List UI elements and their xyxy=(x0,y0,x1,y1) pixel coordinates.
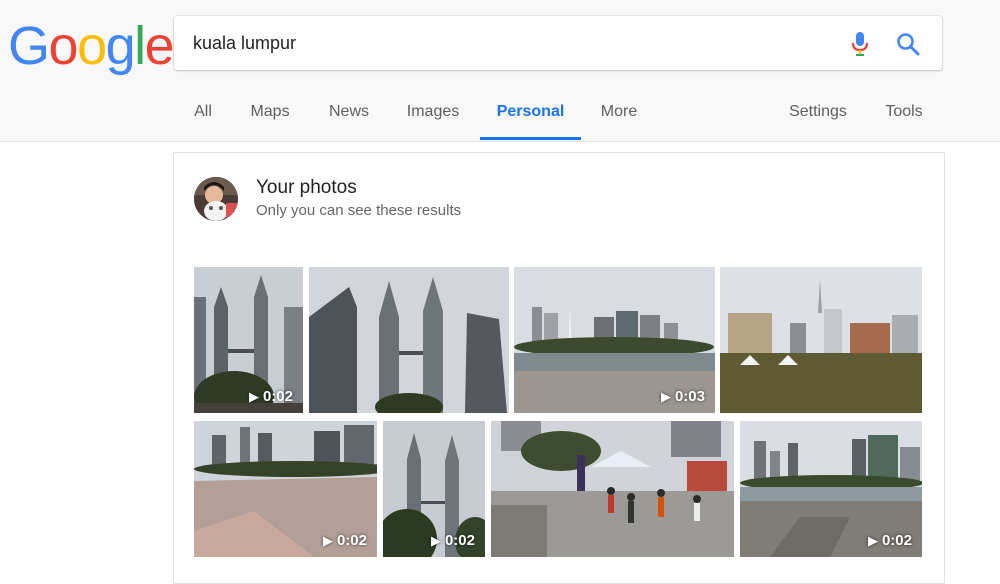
photo-thumbnail[interactable]: ▶ 0:02 xyxy=(194,267,303,413)
photo-thumbnail[interactable] xyxy=(720,267,922,413)
photo-thumbnail[interactable]: ▶ 0:03 xyxy=(514,267,715,413)
tab-personal[interactable]: Personal xyxy=(480,88,581,140)
google-logo[interactable]: Google xyxy=(8,14,175,78)
duration-label: 0:02 xyxy=(336,532,367,549)
search-header: Google All Maps News Images Personal Mor… xyxy=(0,0,1000,142)
photo-thumbnail[interactable]: ▶ 0:02 xyxy=(740,421,922,557)
logo-letter: l xyxy=(134,16,146,76)
photo-thumbnail[interactable] xyxy=(491,421,734,557)
video-duration: ▶ 0:03 xyxy=(661,388,705,405)
logo-letter: e xyxy=(144,16,175,76)
photo-thumbnail[interactable] xyxy=(309,267,509,413)
logo-letter: o xyxy=(48,16,79,76)
search-input[interactable] xyxy=(193,16,813,70)
photo-thumbnail[interactable]: ▶ 0:02 xyxy=(194,421,377,557)
duration-label: 0:03 xyxy=(674,388,705,405)
play-icon: ▶ xyxy=(430,533,441,548)
tools-link[interactable]: Tools xyxy=(880,88,928,140)
settings-link[interactable]: Settings xyxy=(784,88,852,140)
tab-images[interactable]: Images xyxy=(402,88,464,140)
play-icon: ▶ xyxy=(322,533,333,548)
tab-news[interactable]: News xyxy=(322,88,376,140)
microphone-icon[interactable] xyxy=(848,31,872,57)
photo-thumbnail[interactable]: ▶ 0:02 xyxy=(383,421,485,557)
card-subtitle: Only you can see these results xyxy=(256,202,462,219)
duration-label: 0:02 xyxy=(444,532,475,549)
tab-maps[interactable]: Maps xyxy=(244,88,296,140)
avatar[interactable] xyxy=(194,177,238,221)
tab-more[interactable]: More xyxy=(594,88,644,140)
play-icon: ▶ xyxy=(867,533,878,548)
logo-letter: G xyxy=(8,16,50,76)
video-duration: ▶ 0:02 xyxy=(868,532,912,549)
search-icon[interactable] xyxy=(895,31,921,57)
tab-all[interactable]: All xyxy=(187,88,219,140)
play-icon: ▶ xyxy=(660,389,671,404)
card-title: Your photos xyxy=(256,177,357,198)
video-duration: ▶ 0:02 xyxy=(323,532,367,549)
video-duration: ▶ 0:02 xyxy=(249,388,293,405)
video-duration: ▶ 0:02 xyxy=(431,532,475,549)
duration-label: 0:02 xyxy=(881,532,912,549)
logo-letter: g xyxy=(105,16,136,76)
logo-letter: o xyxy=(77,16,107,76)
duration-label: 0:02 xyxy=(262,388,293,405)
search-box xyxy=(174,16,942,70)
your-photos-card: Your photos Only you can see these resul… xyxy=(173,152,945,584)
play-icon: ▶ xyxy=(248,389,259,404)
